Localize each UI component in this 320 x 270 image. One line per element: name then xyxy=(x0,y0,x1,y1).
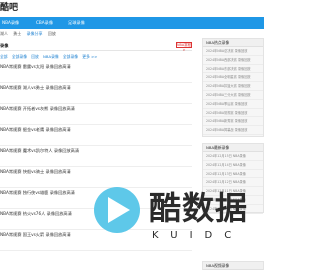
tag-filter-bar: 全部 全部录像 回放 NBA录像 全部录像 更多 >> xyxy=(0,54,100,60)
sidebar-link[interactable]: 2024年NBA新秀赛 录像回放 xyxy=(203,117,263,127)
sub-navigation: 湖人 勇士 录像分享 回放 xyxy=(0,29,60,38)
video-box: NBA视频录像 xyxy=(202,261,264,270)
box-title: NBA视频录像 xyxy=(203,262,263,270)
list-item-title[interactable]: NBA常规赛 湖人vs勇士 录像回放高清 xyxy=(0,85,71,91)
list-header: 录像 NBA赛程 > xyxy=(0,40,192,52)
sidebar-link[interactable]: 2024年12月15日 NBA录像 xyxy=(203,152,263,161)
sidebar-link[interactable]: 2024年NBA东部决赛 录像回放 xyxy=(203,65,263,74)
sidebar-link[interactable]: 2024年NBA总决赛 录像回放 xyxy=(203,47,263,56)
list-item-title[interactable]: NBA常规赛 魔术vs凯尔特人 录像回放高清 xyxy=(0,148,79,154)
list-item-title[interactable]: NBA常规赛 热火vs76人 录像回放高清 xyxy=(0,211,72,217)
subnav-item-warriors[interactable]: 勇士 xyxy=(13,31,21,36)
watermark-subtitle: KUIDC xyxy=(152,230,244,241)
watermark-brand: 酷数据 xyxy=(149,189,249,227)
nav-item-nba[interactable]: NBA录像 xyxy=(2,17,19,29)
sidebar-link[interactable]: 2024年NBA三分大赛 录像回放 xyxy=(203,91,263,100)
sidebar-link[interactable]: 2024年NBA西部决赛 录像回放 xyxy=(203,56,263,65)
sidebar-link[interactable]: 2024年NBA扣篮大赛 录像回放 xyxy=(203,82,263,91)
list-item[interactable]: NBA常规赛 雷霆vs太阳 录像回放高清 xyxy=(0,62,192,83)
subnav-item-lakers[interactable]: 湖人 xyxy=(0,31,8,36)
sidebar-link[interactable]: 2024年12月13日 NBA录像 xyxy=(203,170,263,179)
hot-videos-box: NBA热点录像 2024年NBA总决赛 录像回放 2024年NBA西部决赛 录像… xyxy=(202,38,264,137)
sidebar-link[interactable]: 2024年NBA常规赛 录像回放 xyxy=(203,109,263,118)
list-item[interactable]: NBA常规赛 快船vs骑士 录像回放高清 xyxy=(0,167,192,188)
list-item-title[interactable]: NBA常规赛 掘金vs老鹰 录像回放高清 xyxy=(0,127,71,133)
sidebar-link[interactable]: 2024年NBA季后赛 录像回放 xyxy=(203,100,263,109)
schedule-button[interactable]: NBA赛程 > xyxy=(176,42,192,52)
main-navbar: NBA录像 CBA录像 足球录像 xyxy=(0,17,264,29)
subnav-item-share[interactable]: 录像分享 xyxy=(27,31,43,36)
subnav-item-replay[interactable]: 回放 xyxy=(48,31,56,36)
list-item[interactable]: NBA常规赛 开拓者vs灰熊 录像回放高清 xyxy=(0,104,192,125)
tag-link[interactable]: 全部录像 xyxy=(63,54,78,59)
tag-link[interactable]: NBA录像 xyxy=(43,54,59,59)
nav-item-football[interactable]: 足球录像 xyxy=(68,17,85,29)
list-item[interactable]: NBA常规赛 湖人vs勇士 录像回放高清 xyxy=(0,83,192,104)
tag-link[interactable]: 全部 xyxy=(0,54,8,59)
sidebar-link[interactable]: 2024年12月14日 NBA录像 xyxy=(203,161,263,170)
nav-item-cba[interactable]: CBA录像 xyxy=(36,17,53,29)
list-item-title[interactable]: NBA常规赛 国王vs火箭 录像回放高清 xyxy=(0,232,71,238)
list-item[interactable]: NBA常规赛 掘金vs老鹰 录像回放高清 xyxy=(0,125,192,146)
watermark: 酷数据 KUIDC xyxy=(94,187,264,247)
sidebar-link[interactable]: 2024年NBA揭幕战 录像回放 xyxy=(203,126,263,135)
list-item-title[interactable]: NBA常规赛 独行侠vs雄鹿 录像回放高清 xyxy=(0,190,75,196)
site-logo[interactable]: 酷吧 xyxy=(0,2,18,14)
tag-link[interactable]: 全部录像 xyxy=(12,54,27,59)
list-section-label: 录像 xyxy=(0,43,9,48)
box-title: NBA最新录像 xyxy=(203,144,263,152)
sidebar-link[interactable]: 2024年12月12日 NBA录像 xyxy=(203,178,263,188)
list-item[interactable]: NBA常规赛 魔术vs凯尔特人 录像回放高清 xyxy=(0,146,192,167)
list-item-title[interactable]: NBA常规赛 雷霆vs太阳 录像回放高清 xyxy=(0,64,71,70)
list-item-title[interactable]: NBA常规赛 开拓者vs灰熊 录像回放高清 xyxy=(0,106,75,112)
sidebar-link[interactable]: 2024年NBA全明星赛 录像回放 xyxy=(203,73,263,83)
more-link[interactable]: 更多 >> xyxy=(82,54,97,59)
list-item-title[interactable]: NBA常规赛 快船vs骑士 录像回放高清 xyxy=(0,169,71,175)
box-title: NBA热点录像 xyxy=(203,39,263,47)
tag-link[interactable]: 回放 xyxy=(31,54,39,59)
play-icon xyxy=(108,197,130,223)
header: 酷吧 xyxy=(0,0,264,17)
